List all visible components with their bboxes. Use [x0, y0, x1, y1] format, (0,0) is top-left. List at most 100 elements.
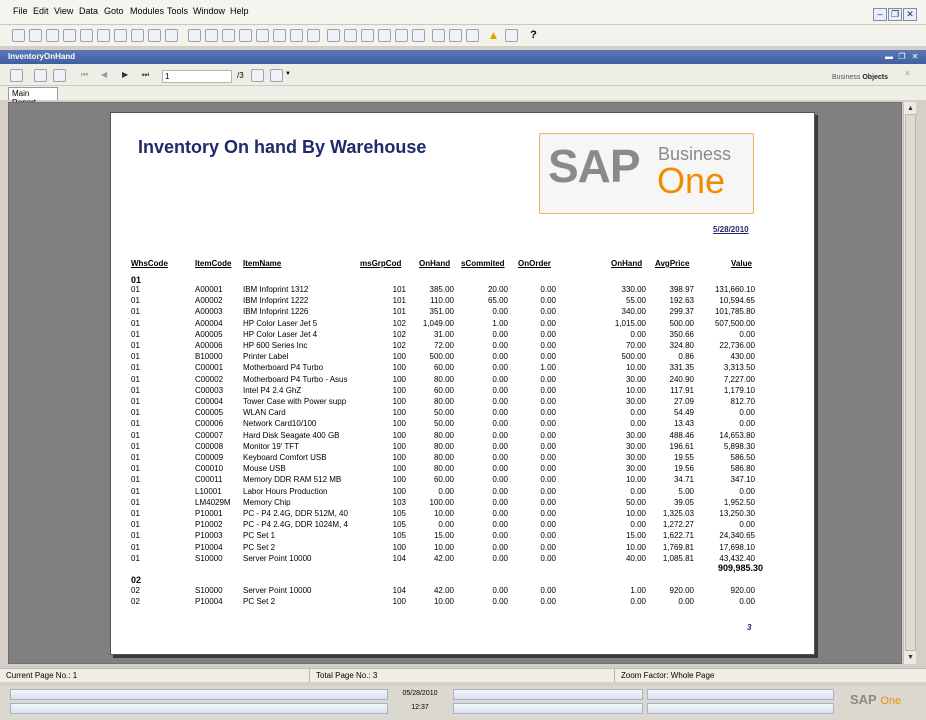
table-cell: Hard Disk Seagate 400 GB: [243, 430, 340, 440]
viewer-toolbar: ⏮ ◀ ▶ ⏭ 1 /3 ▼ Business Objects ✕: [0, 64, 926, 86]
find-icon[interactable]: [188, 29, 201, 42]
search-text-icon[interactable]: [251, 69, 264, 82]
navigate-icon[interactable]: [148, 29, 161, 42]
app-restore-icon[interactable]: ❐: [888, 8, 902, 21]
menu-data[interactable]: Data: [79, 6, 98, 16]
table-cell: 17,698.10: [719, 542, 755, 552]
filter-icon[interactable]: [290, 29, 303, 42]
scroll-down-icon[interactable]: ▼: [905, 652, 916, 663]
layout-icon[interactable]: [466, 29, 479, 42]
export-report-icon[interactable]: [10, 69, 23, 82]
report-page: Inventory On hand By Warehouse SAP Busin…: [110, 112, 815, 655]
base-document-icon[interactable]: [327, 29, 340, 42]
table-cell: 01: [131, 531, 140, 541]
email-icon[interactable]: [80, 29, 93, 42]
sms-icon[interactable]: [97, 29, 110, 42]
table-cell: 0.00: [540, 475, 556, 485]
menu-view[interactable]: View: [54, 6, 73, 16]
last-page-icon[interactable]: ⏭: [142, 70, 149, 80]
first-page-icon[interactable]: ⏮: [81, 70, 88, 80]
table-cell: P10001: [195, 509, 223, 518]
print-icon[interactable]: [29, 29, 42, 42]
journal-icon[interactable]: [361, 29, 374, 42]
export-icon[interactable]: [63, 29, 76, 42]
menu-goto[interactable]: Goto: [104, 6, 124, 16]
table-row: 01 C00007 Hard Disk Seagate 400 GB 100 80.00…: [111, 431, 811, 442]
sort-icon[interactable]: [307, 29, 320, 42]
table-cell: 0.00: [540, 419, 556, 429]
help-icon[interactable]: ?: [527, 29, 540, 42]
menu-modules[interactable]: Modules: [130, 6, 164, 16]
last-record-icon[interactable]: [273, 29, 286, 42]
payment-means-icon[interactable]: [395, 29, 408, 42]
query-icon[interactable]: [449, 29, 462, 42]
group-tree-icon[interactable]: [53, 69, 66, 82]
table-cell: 3,313.50: [723, 363, 755, 373]
table-cell: C00001: [195, 363, 224, 373]
table-cell: A00002: [195, 296, 223, 306]
table-cell: 01: [131, 307, 140, 317]
app-close-icon[interactable]: ✕: [903, 8, 917, 21]
next-record-icon[interactable]: [256, 29, 269, 42]
table-cell: P10004: [195, 542, 223, 552]
table-cell: 920.00: [669, 586, 694, 595]
gross-profit-icon[interactable]: [378, 29, 391, 42]
header-avgprice: AvgPrice: [655, 259, 690, 268]
previous-page-icon[interactable]: ◀: [101, 70, 107, 79]
menu-tools[interactable]: Tools: [167, 6, 188, 16]
alert-icon[interactable]: ▲: [487, 29, 500, 42]
first-record-icon[interactable]: [222, 29, 235, 42]
next-page-icon[interactable]: ▶: [122, 70, 128, 79]
table-row: 01 C00001 Motherboard P4 Turbo 100 60.00 0.00…: [111, 363, 811, 374]
zoom-icon[interactable]: [270, 69, 283, 82]
table-cell: 7,227.00: [723, 374, 755, 384]
print-preview-icon[interactable]: [46, 29, 59, 42]
new-document-icon[interactable]: [12, 29, 25, 42]
previous-record-icon[interactable]: [239, 29, 252, 42]
table-cell: 0.00: [540, 453, 556, 462]
calendar-icon[interactable]: [505, 29, 518, 42]
scroll-up-icon[interactable]: ▲: [905, 103, 916, 114]
table-row: 01 A00005 HP Color Laser Jet 4 102 31.00 0.00…: [111, 330, 811, 341]
word-icon[interactable]: [131, 29, 144, 42]
close-icon[interactable]: ✕: [910, 52, 920, 62]
volume-weight-icon[interactable]: [412, 29, 425, 42]
target-document-icon[interactable]: [344, 29, 357, 42]
table-cell: 0.00: [540, 329, 556, 339]
table-cell: IBM Infoprint 1226: [243, 307, 309, 317]
table-cell: C00006: [195, 419, 224, 429]
table-cell: 0.00: [438, 520, 454, 530]
table-row: 01 A00003 IBM Infoprint 1226 101 351.00 0.00 0…: [111, 307, 811, 318]
form-settings-icon[interactable]: [432, 29, 445, 42]
zoom-dropdown-icon[interactable]: ▼: [285, 71, 291, 77]
table-cell: 0.00: [540, 374, 556, 384]
fax-icon[interactable]: [114, 29, 127, 42]
close-viewer-icon[interactable]: ✕: [904, 69, 911, 78]
table-cell: 80.00: [433, 430, 454, 440]
table-cell: 01: [131, 542, 140, 552]
table-cell: 01: [131, 385, 140, 395]
table-cell: 196.61: [669, 441, 694, 451]
business-objects-logo: Business Objects: [832, 74, 889, 81]
menu-file[interactable]: File: [13, 6, 28, 16]
menu-edit[interactable]: Edit: [33, 6, 49, 16]
page-number-input[interactable]: 1: [162, 70, 232, 83]
scrollbar-thumb[interactable]: [905, 114, 916, 651]
table-cell: 240.90: [669, 374, 694, 384]
tab-main-report[interactable]: Main Report: [8, 87, 58, 107]
toggle-tree-icon[interactable]: [34, 69, 47, 82]
add-icon[interactable]: [205, 29, 218, 42]
table-cell: 0.00: [739, 520, 755, 530]
table-cell: IBM Infoprint 1312: [243, 285, 309, 294]
app-minimize-icon[interactable]: –: [873, 8, 887, 21]
minimize-icon[interactable]: ▬: [884, 52, 894, 62]
menu-help[interactable]: Help: [230, 6, 249, 16]
menu-window[interactable]: Window: [193, 6, 225, 16]
restore-icon[interactable]: ❐: [897, 52, 907, 62]
status-panel-3: [647, 689, 834, 700]
table-cell: 812.70: [730, 397, 755, 406]
vertical-scrollbar[interactable]: ▲ ▼: [903, 102, 916, 664]
lock-icon[interactable]: [165, 29, 178, 42]
table-cell: 01: [131, 430, 140, 440]
table-cell: 488.46: [669, 430, 694, 440]
